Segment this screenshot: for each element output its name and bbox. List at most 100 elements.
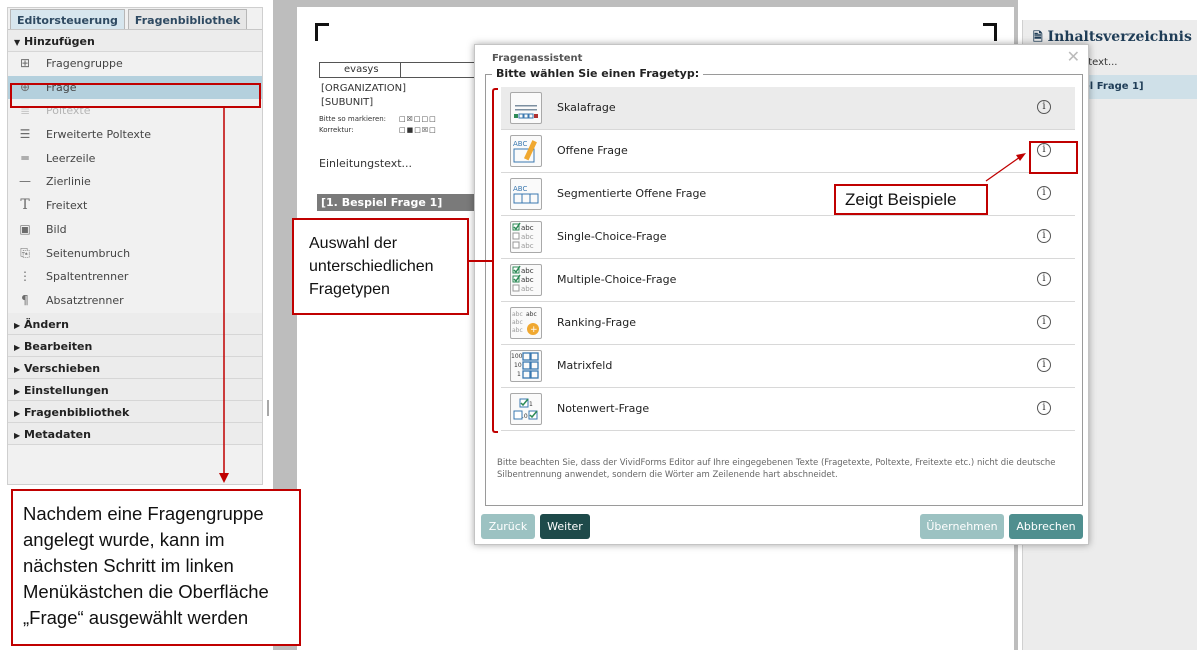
fieldset-legend: Bitte wählen Sie einen Fragetyp:	[492, 67, 704, 80]
intro-text[interactable]: Einleitungstext...	[319, 157, 412, 170]
highlight-frage-item	[10, 83, 261, 108]
page-break-icon: ⎘	[20, 245, 30, 260]
annotation-arrow-examples	[985, 153, 1026, 182]
question-type-fieldset: Bitte wählen Sie einen Fragetyp: Skalafr…	[485, 67, 1083, 506]
cancel-button[interactable]: Abbrechen	[1009, 514, 1083, 539]
question-type-label: Segmentierte Offene Frage	[557, 187, 707, 200]
chevron-right-icon: ▶	[14, 320, 21, 330]
multiple-choice-icon: abc abc abc	[510, 264, 542, 296]
info-icon[interactable]: i	[1037, 272, 1051, 286]
form-header-table: evasys	[319, 62, 489, 78]
svg-text:abc: abc	[521, 285, 534, 293]
matrix-icon: 100 10 1	[510, 350, 542, 382]
close-icon[interactable]: ✕	[1067, 47, 1080, 66]
crop-mark-top-right	[983, 23, 997, 41]
question-type-matrixfeld[interactable]: 100 10 1 Matrixfeld i	[501, 345, 1075, 388]
next-button[interactable]: Weiter	[540, 514, 590, 539]
annotation-examples-text: Zeigt Beispiele	[845, 190, 957, 209]
question-type-label: Matrixfeld	[557, 359, 613, 372]
decorative-line-icon: —	[19, 174, 31, 189]
annotation-connector	[469, 260, 492, 262]
ranking-icon: abc abc abc abc +	[510, 307, 542, 339]
annotation-arrow-down	[219, 107, 229, 483]
crop-mark-top-left	[315, 23, 329, 41]
svg-text:ABC: ABC	[513, 140, 527, 148]
mark-hint: Bitte so markieren: □☒□□□	[319, 115, 437, 123]
svg-text:abc: abc	[521, 276, 534, 284]
column-divider-icon: ⋮	[19, 269, 31, 284]
image-icon: ▣	[19, 221, 31, 236]
single-choice-icon: abc abc abc	[510, 221, 542, 253]
question-type-single-choice-frage[interactable]: abc abc abc Single-Choice-Frage i	[501, 216, 1075, 259]
blank-line-icon: ═	[21, 150, 29, 165]
svg-text:.0: .0	[522, 413, 528, 420]
svg-text:1: 1	[517, 371, 521, 378]
svg-text:1: 1	[529, 401, 533, 408]
annotation-types-box: Auswahl der unterschiedlichen Fragetypen	[292, 218, 469, 315]
grade-value-icon: 1.0	[510, 393, 542, 425]
tab-fragenbibliothek[interactable]: Fragenbibliothek	[127, 9, 248, 29]
svg-text:ABC: ABC	[513, 185, 527, 193]
sidebar-tabs: Editorsteuerung Fragenbibliothek	[8, 8, 262, 30]
annotation-bottom-box: Nachdem eine Fragengruppe angelegt wurde…	[11, 489, 301, 646]
question-type-ranking-frage[interactable]: abc abc abc abc + Ranking-Frage i	[501, 302, 1075, 345]
info-icon[interactable]: i	[1037, 401, 1051, 415]
section-hinzufuegen[interactable]: ▼ Hinzufügen	[8, 30, 262, 52]
text-icon: T	[20, 197, 30, 214]
question-type-label: Offene Frage	[557, 144, 628, 157]
svg-text:abc: abc	[526, 311, 537, 318]
annotation-types-text: Auswahl der unterschiedlichen Fragetypen	[309, 235, 434, 298]
annotation-examples-box: Zeigt Beispiele	[834, 184, 988, 215]
pane-splitter[interactable]	[267, 400, 269, 416]
segmented-open-question-icon: ABC	[510, 178, 542, 210]
correction-hint: Korrektur: □■□☒□	[319, 126, 437, 134]
question-type-label: Multiple-Choice-Frage	[557, 273, 677, 286]
tab-editorsteuerung[interactable]: Editorsteuerung	[10, 9, 125, 29]
open-question-icon: ABC	[510, 135, 542, 167]
svg-text:abc: abc	[512, 327, 523, 334]
svg-text:abc: abc	[521, 224, 534, 232]
question-type-label: Single-Choice-Frage	[557, 230, 667, 243]
svg-text:abc: abc	[512, 311, 523, 318]
question-header-bar[interactable]: [1. Bespiel Frage 1]	[317, 194, 477, 211]
chevron-right-icon: ▶	[14, 342, 21, 352]
question-type-label: Skalafrage	[557, 101, 616, 114]
question-type-notenwert-frage[interactable]: 1.0 Notenwert-Frage i	[501, 388, 1075, 431]
highlight-info-button	[1029, 141, 1078, 174]
question-type-multiple-choice-frage[interactable]: abc abc abc Multiple-Choice-Frage i	[501, 259, 1075, 302]
scale-question-icon	[510, 92, 542, 124]
paragraph-icon: ¶	[21, 292, 29, 307]
info-icon[interactable]: i	[1037, 358, 1051, 372]
chevron-right-icon: ▶	[14, 364, 21, 374]
question-type-label: Notenwert-Frage	[557, 402, 650, 415]
document-icon: 🗎	[1033, 30, 1043, 44]
header-label: evasys	[344, 64, 379, 75]
hyphenation-note: Bitte beachten Sie, dass der VividForms …	[497, 458, 1056, 480]
info-icon[interactable]: i	[1037, 229, 1051, 243]
svg-text:abc: abc	[521, 233, 534, 241]
add-group-icon: ⊞	[19, 56, 31, 70]
info-icon[interactable]: i	[1037, 100, 1051, 114]
svg-text:abc: abc	[512, 319, 523, 326]
svg-text:+: +	[530, 325, 538, 335]
chevron-down-icon: ▼	[14, 38, 21, 47]
chevron-right-icon: ▶	[14, 430, 21, 440]
question-type-skalafrage[interactable]: Skalafrage i	[501, 87, 1075, 130]
svg-text:abc: abc	[521, 267, 534, 275]
organization-placeholder[interactable]: [ORGANIZATION]	[321, 83, 406, 94]
svg-text:10: 10	[514, 362, 522, 369]
back-button[interactable]: Zurück	[481, 514, 535, 539]
info-icon[interactable]: i	[1037, 315, 1051, 329]
subunit-placeholder[interactable]: [SUBUNIT]	[321, 97, 373, 108]
chevron-right-icon: ▶	[14, 408, 21, 418]
question-assistant-dialog: Fragenassistent ✕ Bitte wählen Sie einen…	[474, 44, 1089, 545]
dialog-title: Fragenassistent	[492, 53, 583, 64]
info-icon[interactable]: i	[1037, 186, 1051, 200]
svg-text:abc: abc	[521, 242, 534, 250]
annotation-bottom-text: Nachdem eine Fragengruppe angelegt wurde…	[23, 503, 269, 628]
sidebar-item-fragengruppe[interactable]: ⊞ Fragengruppe	[8, 52, 262, 76]
apply-button[interactable]: Übernehmen	[920, 514, 1004, 539]
svg-text:100: 100	[511, 353, 523, 360]
extended-poltext-icon: ☰	[19, 127, 31, 142]
question-type-label: Ranking-Frage	[557, 316, 637, 329]
